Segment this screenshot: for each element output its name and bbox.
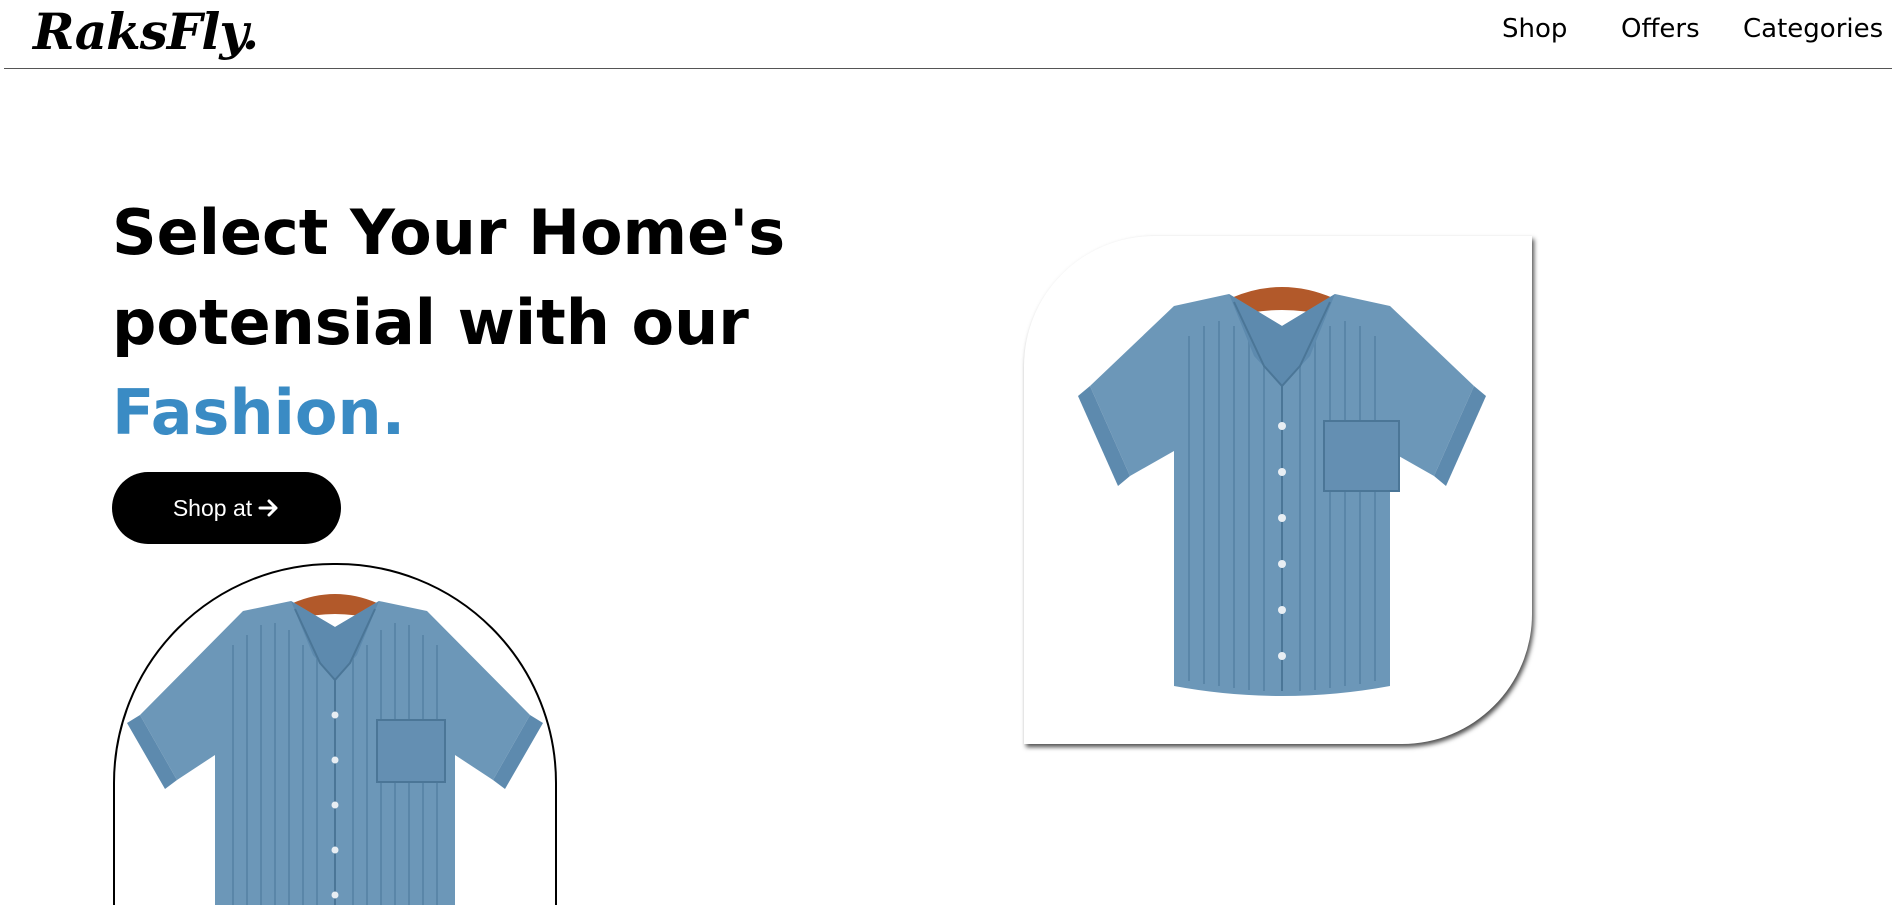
shirt-image-arch: [113, 563, 557, 905]
hero-title-accent: Fashion.: [112, 376, 406, 449]
brand-logo[interactable]: RaksFly.: [33, 2, 259, 62]
nav-link-categories[interactable]: Categories: [1743, 13, 1883, 45]
shop-at-button-label: Shop at: [172, 494, 253, 521]
shop-at-button[interactable]: Shop at: [112, 472, 341, 544]
hero-title: Select Your Home's potensial with our Fa…: [112, 188, 785, 458]
hero-title-line-2: potensial with our: [112, 286, 749, 359]
nav-link-offers[interactable]: Offers: [1621, 13, 1700, 45]
nav-link-shop[interactable]: Shop: [1502, 13, 1567, 45]
navbar: RaksFly. Shop Offers Categories: [4, 0, 1892, 69]
arrow-right-icon: [258, 497, 280, 519]
hero-title-line-1: Select Your Home's: [112, 196, 786, 269]
shirt-image-right: [1024, 236, 1532, 744]
